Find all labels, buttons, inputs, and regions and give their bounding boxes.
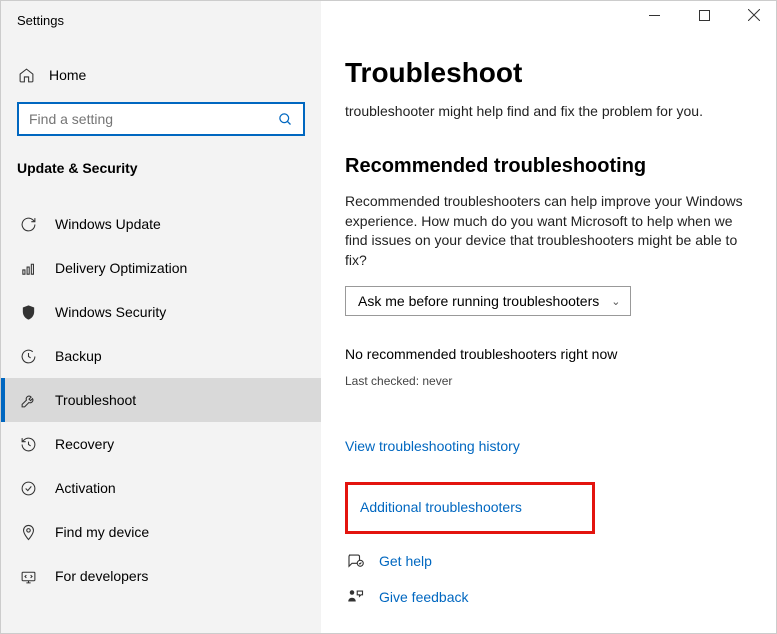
sidebar-item-backup[interactable]: Backup [1, 334, 321, 378]
sidebar-item-label: Windows Update [55, 216, 161, 232]
last-checked-text: Last checked: never [345, 374, 752, 388]
give-feedback-row[interactable]: Give feedback [345, 588, 752, 606]
search-icon [278, 112, 293, 127]
additional-troubleshooters-highlight: Additional troubleshooters [345, 482, 595, 534]
sidebar-item-find-my-device[interactable]: Find my device [1, 510, 321, 554]
status-text: No recommended troubleshooters right now [345, 346, 752, 362]
sidebar-item-troubleshoot[interactable]: Troubleshoot [1, 378, 321, 422]
sidebar-item-for-developers[interactable]: For developers [1, 554, 321, 598]
recommended-body: Recommended troubleshooters can help imp… [345, 192, 752, 270]
backup-icon [19, 347, 37, 365]
additional-troubleshooters-link[interactable]: Additional troubleshooters [360, 499, 522, 515]
developer-icon [19, 567, 37, 585]
wrench-icon [19, 391, 37, 409]
page-title: Troubleshoot [345, 57, 752, 89]
chat-icon [345, 552, 365, 570]
sidebar-item-activation[interactable]: Activation [1, 466, 321, 510]
sidebar-item-label: Troubleshoot [55, 392, 136, 408]
chevron-down-icon: ⌄ [611, 295, 620, 308]
sidebar-item-delivery-optimization[interactable]: Delivery Optimization [1, 246, 321, 290]
sidebar: Settings Home Update & Security Windows … [1, 1, 321, 633]
recovery-icon [19, 435, 37, 453]
maximize-button[interactable] [690, 5, 718, 25]
get-help-row[interactable]: Get help [345, 552, 752, 570]
sidebar-item-label: Activation [55, 480, 116, 496]
intro-text: troubleshooter might help find and fix t… [345, 103, 752, 119]
recommended-heading: Recommended troubleshooting [345, 155, 752, 178]
search-input[interactable] [17, 102, 305, 136]
troubleshooter-preference-dropdown[interactable]: Ask me before running troubleshooters ⌄ [345, 286, 631, 316]
sidebar-item-label: Recovery [55, 436, 114, 452]
location-icon [19, 523, 37, 541]
view-history-link[interactable]: View troubleshooting history [345, 438, 520, 454]
check-icon [19, 479, 37, 497]
section-title: Update & Security [1, 150, 321, 190]
home-icon [17, 66, 35, 84]
sidebar-item-label: Windows Security [55, 304, 166, 320]
sidebar-item-label: Find my device [55, 524, 149, 540]
shield-icon [19, 303, 37, 321]
feedback-icon [345, 588, 365, 606]
sync-icon [19, 215, 37, 233]
window-title: Settings [1, 1, 321, 36]
home-label: Home [49, 67, 86, 83]
sidebar-item-label: Delivery Optimization [55, 260, 187, 276]
home-button[interactable]: Home [1, 56, 321, 94]
give-feedback-link[interactable]: Give feedback [379, 589, 469, 605]
minimize-button[interactable] [640, 5, 668, 25]
sidebar-item-windows-security[interactable]: Windows Security [1, 290, 321, 334]
nav-list: Windows Update Delivery Optimization Win… [1, 202, 321, 598]
sidebar-item-windows-update[interactable]: Windows Update [1, 202, 321, 246]
close-button[interactable] [740, 5, 768, 25]
delivery-icon [19, 259, 37, 277]
get-help-link[interactable]: Get help [379, 553, 432, 569]
search-field[interactable] [29, 111, 278, 127]
sidebar-item-label: For developers [55, 568, 148, 584]
sidebar-item-label: Backup [55, 348, 102, 364]
dropdown-value: Ask me before running troubleshooters [358, 293, 599, 309]
window-controls [640, 5, 768, 25]
content-pane: Troubleshoot troubleshooter might help f… [321, 1, 776, 633]
sidebar-item-recovery[interactable]: Recovery [1, 422, 321, 466]
